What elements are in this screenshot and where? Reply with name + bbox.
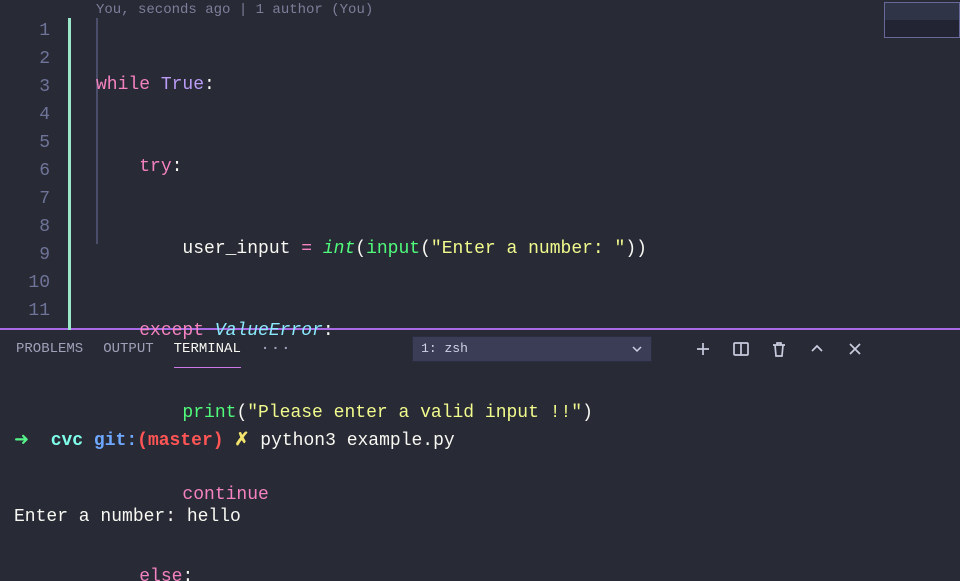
code-line: else:: [78, 564, 647, 581]
code-line: user_input = int(input("Enter a number: …: [78, 236, 647, 264]
new-terminal-button[interactable]: [694, 340, 712, 358]
line-number: 5: [0, 130, 60, 158]
line-number: 6: [0, 158, 60, 186]
code-line: while True:: [78, 72, 647, 100]
tab-problems[interactable]: PROBLEMS: [16, 330, 83, 368]
line-number: 9: [0, 242, 60, 270]
code-editor[interactable]: You, seconds ago | 1 author (You) 1 2 3 …: [0, 0, 960, 328]
code-content[interactable]: while True: try: user_input = int(input(…: [78, 18, 647, 581]
maximize-panel-button[interactable]: [808, 340, 826, 358]
close-panel-button[interactable]: [846, 340, 864, 358]
line-number: 4: [0, 102, 60, 130]
line-number: 11: [0, 298, 60, 326]
line-number: 7: [0, 186, 60, 214]
code-line: try:: [78, 154, 647, 182]
code-line: continue: [78, 482, 647, 510]
split-terminal-button[interactable]: [732, 340, 750, 358]
code-line: print("Please enter a valid input !!"): [78, 400, 647, 428]
tab-terminal[interactable]: TERMINAL: [174, 330, 241, 368]
line-number: 2: [0, 46, 60, 74]
panel-action-icons: [694, 340, 864, 358]
line-number: 8: [0, 214, 60, 242]
line-number: 10: [0, 270, 60, 298]
line-number-gutter: 1 2 3 4 5 6 7 8 9 10 11: [0, 18, 60, 326]
minimap[interactable]: [884, 2, 960, 38]
kill-terminal-button[interactable]: [770, 340, 788, 358]
line-number: 1: [0, 18, 60, 46]
diff-gutter-bar: [68, 18, 71, 330]
line-number: 3: [0, 74, 60, 102]
code-line: except ValueError:: [78, 318, 647, 346]
